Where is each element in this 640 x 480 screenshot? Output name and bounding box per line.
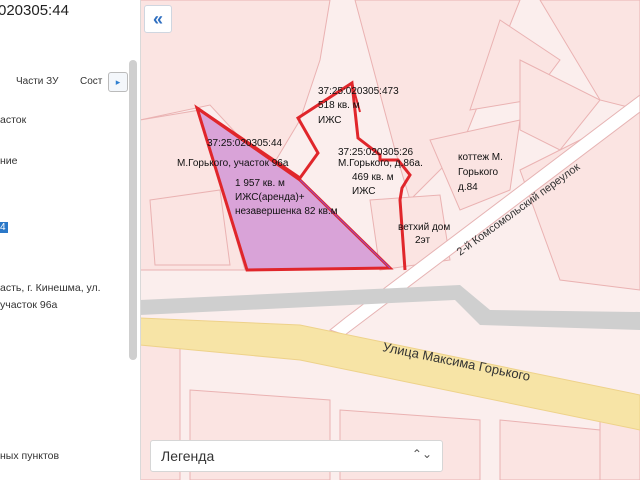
parcel-bg bbox=[499, 419, 601, 480]
select-arrows-icon: ⌃⌄ bbox=[411, 447, 432, 461]
info-panel: 020305:44 Части ЗУ Сост ▸ асток ние 4 ас… bbox=[0, 0, 141, 480]
panel-line-2: ние bbox=[0, 155, 18, 167]
parcel-473-area: 518 кв. м bbox=[318, 100, 360, 111]
panel-scrollbar[interactable] bbox=[129, 60, 137, 360]
old-house-label-2: 2эт bbox=[415, 235, 430, 246]
parcel-44-address: М.Горького, участок 96а bbox=[177, 158, 289, 169]
panel-highlight: 4 bbox=[0, 222, 8, 233]
parcel-44-note: незавершенка 82 кв.м bbox=[235, 206, 338, 217]
parcel-44-use: ИЖС(аренда)+ bbox=[235, 192, 305, 203]
tab-state[interactable]: Сост bbox=[80, 76, 102, 87]
panel-title: 020305:44 bbox=[0, 2, 69, 19]
panel-line-1: асток bbox=[0, 114, 27, 126]
panel-line-address-2: участок 96а bbox=[0, 299, 58, 311]
panel-line-bottom: ных пунктов bbox=[0, 450, 60, 462]
parcel-44-id: 37:25:020305:44 bbox=[207, 138, 283, 149]
panel-tabs: Части ЗУ Сост ▸ bbox=[0, 72, 140, 94]
old-house-label-1: ветхий дом bbox=[398, 222, 450, 233]
parcel-bg bbox=[149, 189, 231, 266]
tab-parts[interactable]: Части ЗУ bbox=[16, 76, 58, 87]
parcel-473-id: 37:25:020305:473 bbox=[318, 86, 399, 97]
collapse-panel-icon[interactable]: « bbox=[144, 5, 172, 33]
tabs-scroll-right-icon[interactable]: ▸ bbox=[108, 72, 128, 92]
panel-line-address-1: асть, г. Кинешма, ул. bbox=[0, 282, 101, 294]
parcel-26-use: ИЖС bbox=[352, 186, 376, 197]
cottage-label-3: д.84 bbox=[458, 182, 478, 193]
legend-label: Легенда bbox=[161, 448, 215, 464]
parcel-26-id: 37:25:020305:26 bbox=[338, 147, 414, 158]
cottage-label-1: коттеж М. bbox=[458, 152, 503, 163]
parcel-26-area: 469 кв. м bbox=[352, 172, 394, 183]
parcel-473-use: ИЖС bbox=[318, 115, 342, 126]
cottage-label-2: Горького bbox=[458, 167, 499, 178]
legend-select[interactable]: Легенда ⌃⌄ bbox=[150, 440, 443, 472]
parcel-44-area: 1 957 кв. м bbox=[235, 178, 285, 189]
parcel-26-address: М.Горького, д.86а. bbox=[338, 158, 423, 169]
